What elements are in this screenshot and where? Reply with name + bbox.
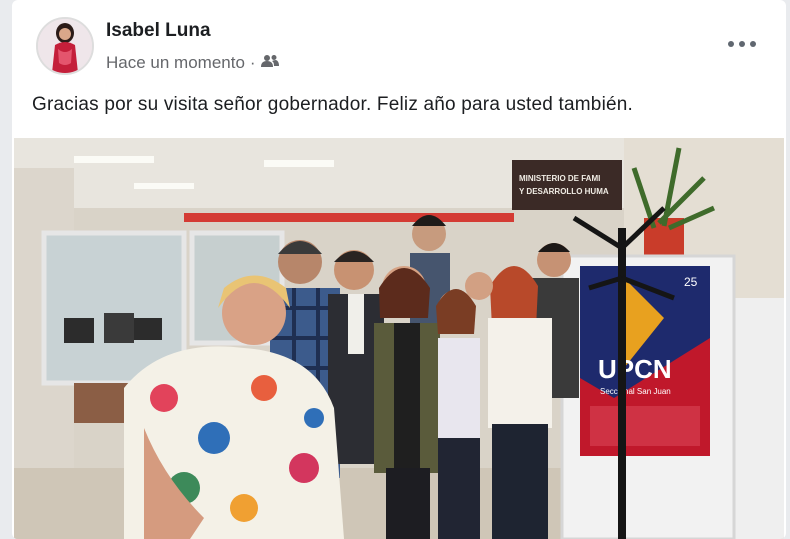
meta-separator: ·: [249, 53, 256, 72]
post-photo[interactable]: MINISTERIO DE FAMI Y DESARROLLO HUMA 25 …: [14, 138, 784, 539]
author-avatar[interactable]: [36, 17, 94, 75]
post-card: Isabel Luna Hace un momento · Gracias po…: [12, 0, 786, 539]
friends-icon[interactable]: [260, 53, 279, 73]
post-text: Gracias por su visita señor gobernador. …: [32, 94, 634, 115]
post-header: Isabel Luna Hace un momento ·: [12, 0, 786, 85]
banner-year: 25: [684, 275, 698, 289]
more-options-icon[interactable]: [728, 36, 756, 52]
office-sign-line1: MINISTERIO DE FAMI: [519, 174, 600, 183]
author-name[interactable]: Isabel Luna: [106, 20, 211, 42]
banner-subtitle: Seccional San Juan: [600, 387, 671, 396]
office-sign-line2: Y DESARROLLO HUMA: [519, 187, 609, 196]
banner-logo: UPCN: [598, 354, 672, 384]
post-timestamp[interactable]: Hace un momento: [106, 53, 245, 73]
post-meta: Hace un momento ·: [106, 53, 279, 73]
